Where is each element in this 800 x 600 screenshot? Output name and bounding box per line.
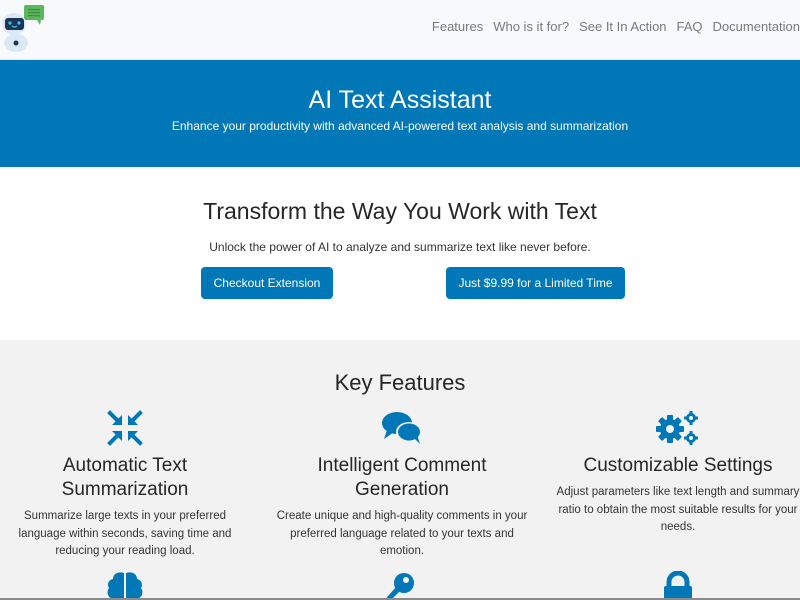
- limited-price-button[interactable]: Just $9.99 for a Limited Time: [446, 267, 625, 299]
- features-heading: Key Features: [334, 370, 466, 395]
- robot-chat-icon[interactable]: [0, 2, 50, 52]
- nav-link-see-it-in-action[interactable]: See It In Action: [579, 19, 666, 34]
- feature-title: Intelligent Comment Generation: [317, 455, 487, 500]
- navbar: Features Who is it for? See It In Action…: [0, 0, 800, 60]
- intro-heading: Transform the Way You Work with Text: [203, 198, 597, 224]
- compress-arrows-icon: [107, 410, 143, 446]
- intro-section: Transform the Way You Work with Text Unl…: [0, 167, 800, 340]
- feature-description: Summarize large texts in your preferred …: [18, 510, 232, 557]
- nav-link-who-is-it-for[interactable]: Who is it for?: [493, 19, 569, 34]
- cogs-icon: [656, 411, 698, 445]
- features-section: Key Features Automatic Text Summarizatio…: [0, 340, 800, 600]
- nav-links: Features Who is it for? See It In Action…: [432, 19, 800, 34]
- nav-link-documentation[interactable]: Documentation: [713, 19, 800, 34]
- hero-title: AI Text Assistant: [308, 86, 492, 114]
- feature-card: Customizable Settings Adjust parameters …: [548, 410, 800, 537]
- nav-link-features[interactable]: Features: [432, 19, 483, 34]
- feature-title: Automatic Text Summarization: [61, 455, 189, 500]
- lock-icon: [664, 571, 692, 600]
- brain-icon: [107, 572, 143, 599]
- hero-subtitle: Enhance your productivity with advanced …: [171, 119, 629, 133]
- feature-description: Adjust parameters like text length and s…: [556, 486, 800, 533]
- feature-card: Intelligent Comment Generation Create un…: [270, 410, 534, 561]
- key-icon: [384, 573, 414, 600]
- intro-text: Unlock the power of AI to analyze and su…: [209, 240, 591, 254]
- nav-link-faq[interactable]: FAQ: [677, 19, 703, 34]
- hero-banner: AI Text Assistant Enhance your productiv…: [0, 60, 800, 167]
- feature-title: Customizable Settings: [583, 455, 773, 476]
- feature-description: Create unique and high-quality comments …: [276, 510, 528, 557]
- feature-card: Automatic Text Summarization Summarize l…: [10, 410, 240, 561]
- comments-icon: [382, 412, 422, 444]
- checkout-extension-button[interactable]: Checkout Extension: [201, 267, 333, 299]
